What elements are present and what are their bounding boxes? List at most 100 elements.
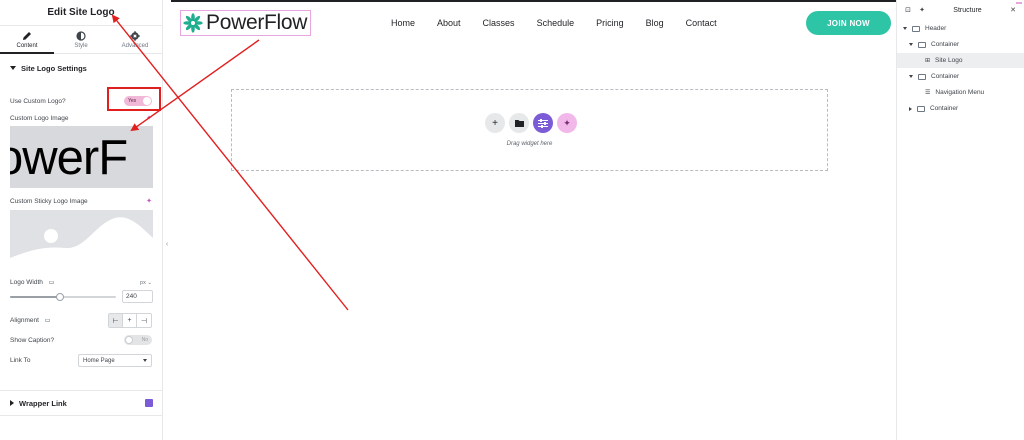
unit-selector[interactable]: px ⌄ — [140, 280, 152, 286]
editor-canvas: PowerFlow Home About Classes Schedule Pr… — [171, 0, 896, 440]
align-left-button[interactable]: ⊢ — [109, 314, 123, 327]
link-to-label: Link To — [10, 357, 31, 364]
half-circle-icon — [76, 30, 86, 41]
drop-zone-text: Drag widget here — [506, 141, 553, 147]
tab-content[interactable]: Content — [0, 26, 54, 54]
caret-down-icon — [903, 27, 907, 30]
custom-sticky-logo-placeholder[interactable] — [10, 210, 153, 270]
folder-icon — [514, 120, 524, 127]
panel-tabs: Content Style Advanced — [0, 26, 162, 54]
add-section-button[interactable]: + — [485, 113, 505, 133]
tree-item-label: Site Logo — [935, 57, 963, 64]
collapse-panel-icon[interactable]: ‹ — [163, 237, 171, 251]
editor-panel: Edit Site Logo Content Style Advanced Si… — [0, 0, 163, 440]
nav-link-contact[interactable]: Contact — [686, 18, 717, 28]
close-icon[interactable]: ✕ — [1008, 6, 1018, 14]
site-logo[interactable]: PowerFlow — [180, 10, 311, 36]
ai-sparkle-icon[interactable]: ✦ — [146, 197, 152, 205]
templates-button[interactable] — [509, 113, 529, 133]
use-custom-logo-label: Use Custom Logo? — [10, 97, 66, 105]
container-icon — [917, 105, 925, 112]
alignment-buttons: ⊢ + ⊣ — [108, 313, 152, 328]
section-title: Site Logo Settings — [21, 63, 87, 73]
tree-item-header[interactable]: Header — [897, 21, 1024, 36]
sliders-icon — [538, 118, 548, 128]
tree-item-label: Container — [931, 73, 960, 80]
tree-item-site-logo[interactable]: ⊞ Site Logo — [897, 53, 1024, 68]
toggle-knob — [125, 336, 133, 344]
caret-down-icon — [909, 75, 913, 78]
slider-fill — [10, 296, 60, 298]
logo-width-slider[interactable] — [10, 293, 116, 301]
align-right-button[interactable]: ⊣ — [137, 314, 151, 327]
nav-link-schedule[interactable]: Schedule — [537, 18, 575, 28]
nav-link-blog[interactable]: Blog — [646, 18, 664, 28]
tree-item-navigation-menu[interactable]: ☰ Navigation Menu — [897, 85, 1024, 100]
caret-down-icon — [10, 66, 16, 70]
drop-zone[interactable]: + ✦ Drag widget here — [231, 89, 828, 171]
ai-sparkle-icon[interactable]: ✦ — [146, 114, 152, 122]
tab-advanced[interactable]: Advanced — [108, 26, 162, 53]
gear-icon — [130, 30, 140, 41]
ai-button[interactable]: ✦ — [557, 113, 577, 133]
flower-logo-icon — [183, 13, 203, 33]
nav-link-pricing[interactable]: Pricing — [596, 18, 624, 28]
structure-panel: ⊡ ✦ Structure ✕ Header Container ⊞ Site … — [896, 0, 1024, 440]
custom-sticky-logo-row: Custom Sticky Logo Image ✦ — [10, 197, 152, 206]
desktop-icon[interactable]: ▭ — [45, 318, 51, 324]
align-center-button[interactable]: + — [123, 314, 137, 327]
tab-style-label: Style — [74, 42, 88, 49]
pink-marker — [1016, 2, 1022, 4]
link-to-value: Home Page — [83, 357, 115, 364]
nav-link-about[interactable]: About — [437, 18, 461, 28]
custom-logo-image-label: Custom Logo Image — [10, 114, 69, 122]
plus-icon: + — [492, 117, 498, 129]
show-caption-toggle[interactable]: No — [124, 335, 152, 345]
tab-style[interactable]: Style — [54, 26, 108, 53]
caret-down-icon — [909, 43, 913, 46]
ai-sparkle-icon[interactable]: ✦ — [917, 6, 927, 14]
panel-title: Edit Site Logo — [47, 7, 115, 18]
container-icon — [918, 41, 926, 48]
custom-logo-image-preview[interactable]: owerF — [10, 126, 153, 188]
panel-header: Edit Site Logo — [0, 0, 162, 26]
tree-item-container[interactable]: Container — [897, 69, 1024, 84]
slider-thumb[interactable] — [55, 293, 64, 301]
tab-advanced-label: Advanced — [121, 42, 149, 49]
site-logo-text: PowerFlow — [206, 11, 308, 34]
show-caption-row: Show Caption? No — [10, 335, 152, 345]
pencil-icon — [23, 31, 31, 40]
link-to-row: Link To Home Page — [10, 354, 152, 367]
container-icon — [918, 73, 926, 80]
expand-icon[interactable]: ⊡ — [903, 6, 913, 14]
nav-link-classes[interactable]: Classes — [483, 18, 515, 28]
caret-right-icon — [10, 400, 14, 406]
tree-item-container[interactable]: Container — [897, 37, 1024, 52]
logo-width-row: Logo Width ▭ px ⌄ — [10, 279, 152, 286]
tab-content-label: Content — [16, 42, 38, 49]
chevron-down-icon — [143, 359, 147, 362]
logo-width-text: Logo Width — [10, 279, 43, 286]
logo-preview-text: owerF — [10, 131, 128, 185]
structure-button[interactable] — [533, 113, 553, 133]
custom-sticky-logo-label: Custom Sticky Logo Image — [10, 197, 88, 205]
canvas-top-strip — [171, 0, 896, 2]
logo-width-label: Logo Width ▭ — [10, 279, 54, 286]
site-logo-widget-icon: ⊞ — [925, 58, 931, 64]
join-now-button[interactable]: JOIN NOW — [806, 11, 891, 35]
tree-item-container[interactable]: Container — [897, 101, 1024, 116]
wrapper-link-section[interactable]: Wrapper Link — [0, 390, 163, 416]
tree-item-label: Container — [930, 105, 959, 112]
wrapper-link-label: Wrapper Link — [19, 398, 67, 408]
custom-logo-image-row: Custom Logo Image ✦ — [10, 114, 152, 123]
toggle-no-text: No — [141, 337, 148, 343]
site-logo-settings-section[interactable]: Site Logo Settings — [0, 54, 162, 82]
logo-width-input[interactable]: 240 — [122, 290, 153, 303]
desktop-icon[interactable]: ▭ — [49, 280, 55, 286]
annotation-highlight-box — [107, 87, 161, 111]
tree-item-label: Navigation Menu — [935, 89, 985, 96]
link-to-select[interactable]: Home Page — [78, 354, 152, 367]
dynamic-tags-icon[interactable] — [145, 399, 153, 407]
nav-link-home[interactable]: Home — [391, 18, 415, 28]
alignment-row: Alignment ▭ ⊢ + ⊣ — [10, 313, 152, 328]
